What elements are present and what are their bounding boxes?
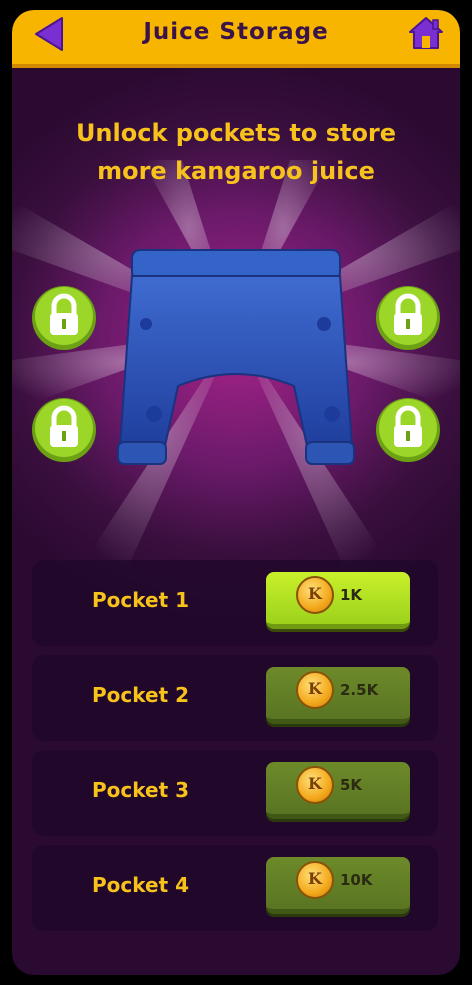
buy-pocket-1-button[interactable]: K 1K bbox=[266, 572, 410, 629]
pocket-label: Pocket 3 bbox=[92, 778, 190, 802]
pocket-price: 5K bbox=[340, 776, 363, 794]
padlock-icon bbox=[376, 398, 440, 462]
coin-icon: K bbox=[296, 576, 334, 614]
pocket-price: 10K bbox=[340, 871, 373, 889]
coin-icon: K bbox=[296, 766, 334, 804]
pocket-label: Pocket 2 bbox=[92, 683, 190, 707]
headline: Unlock pockets to store more kangaroo ju… bbox=[12, 114, 460, 190]
pocket-row-1: Pocket 1 K 1K bbox=[32, 560, 438, 646]
padlock-icon bbox=[376, 286, 440, 350]
buy-pocket-4-button[interactable]: K 10K bbox=[266, 857, 410, 914]
game-screen: Juice Storage Unlock pockets to store mo… bbox=[12, 10, 460, 975]
coin-icon: K bbox=[296, 671, 334, 709]
pocket-row-2: Pocket 2 K 2.5K bbox=[32, 655, 438, 741]
header-bar: Juice Storage bbox=[12, 10, 460, 68]
padlock-button-3[interactable] bbox=[30, 396, 98, 464]
pocket-row-4: Pocket 4 K 10K bbox=[32, 845, 438, 931]
headline-line-2: more kangaroo juice bbox=[97, 157, 375, 185]
buy-pocket-3-button[interactable]: K 5K bbox=[266, 762, 410, 819]
headline-line-1: Unlock pockets to store bbox=[75, 119, 397, 147]
blue-pants-icon bbox=[117, 249, 355, 465]
page-title: Juice Storage bbox=[143, 19, 329, 45]
padlock-icon bbox=[32, 398, 96, 462]
pocket-price: 1K bbox=[340, 586, 363, 604]
pocket-price: 2.5K bbox=[340, 681, 379, 699]
home-icon[interactable] bbox=[406, 12, 446, 52]
pocket-row-3: Pocket 3 K 5K bbox=[32, 750, 438, 836]
padlock-button-1[interactable] bbox=[30, 284, 98, 352]
coin-icon: K bbox=[296, 861, 334, 899]
pocket-label: Pocket 4 bbox=[92, 873, 190, 897]
padlock-button-2[interactable] bbox=[374, 284, 442, 352]
padlock-button-4[interactable] bbox=[374, 396, 442, 464]
pocket-label: Pocket 1 bbox=[92, 588, 190, 612]
buy-pocket-2-button[interactable]: K 2.5K bbox=[266, 667, 410, 724]
padlock-icon bbox=[32, 286, 96, 350]
